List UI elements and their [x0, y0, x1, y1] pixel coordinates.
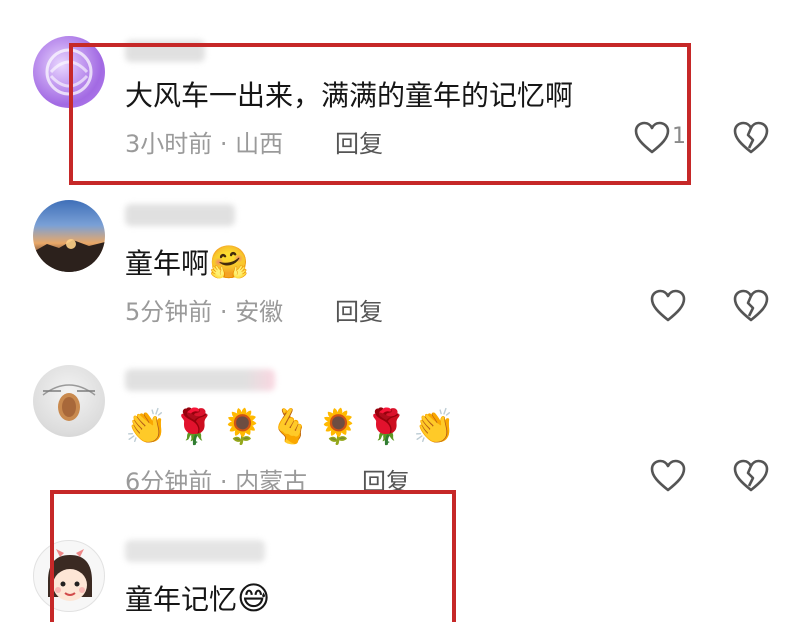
comment-text-value: 童年啊 [125, 247, 210, 280]
emoji: 🫰 [269, 407, 312, 447]
username-blurred[interactable] [125, 369, 275, 391]
comment-meta: 5分钟前 · 安徽 [125, 298, 284, 326]
highlight-box [50, 490, 456, 622]
comment-text: 童年啊🤗 [125, 244, 249, 282]
comment-item: 👏 🌹 🌻 🫰 🌻 🌹 👏 6分钟前 · 内蒙古 回复 [0, 355, 800, 496]
hug-emoji: 🤗 [209, 243, 249, 281]
broken-heart-icon[interactable] [733, 121, 769, 155]
avatar-landscape [33, 239, 105, 272]
emoji: 🌻 [317, 407, 360, 447]
emoji-row: 👏 🌹 🌻 🫰 🌻 🌹 👏 [125, 407, 456, 447]
emoji: 👏 [125, 407, 168, 447]
reply-button[interactable]: 回复 [335, 292, 383, 327]
avatar-drawing [42, 384, 96, 421]
highlight-box [69, 43, 691, 185]
avatar[interactable] [33, 200, 105, 272]
broken-heart-icon[interactable] [733, 459, 769, 493]
heart-outline-icon[interactable] [650, 459, 686, 493]
broken-heart-icon[interactable] [733, 289, 769, 323]
username-blurred[interactable] [125, 204, 235, 226]
emoji: 🌻 [221, 407, 264, 447]
avatar[interactable] [33, 365, 105, 437]
emoji: 🌹 [173, 407, 216, 447]
comment-item: 童年啊🤗 5分钟前 · 安徽 回复 [0, 190, 800, 350]
emoji: 🌹 [365, 407, 408, 447]
heart-outline-icon[interactable] [650, 289, 686, 323]
emoji: 👏 [413, 407, 456, 447]
